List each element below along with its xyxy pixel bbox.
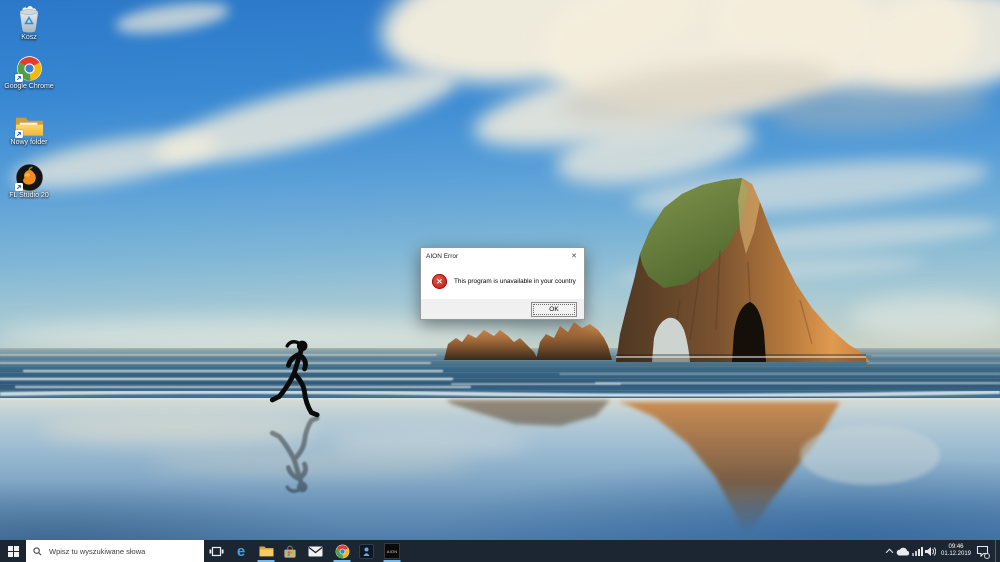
taskbar-mail-button[interactable] — [303, 540, 327, 562]
taskbar-file-explorer-button[interactable] — [254, 540, 278, 562]
chevron-up-icon — [885, 548, 893, 554]
taskbar-game-launcher-button[interactable] — [354, 540, 378, 562]
shortcut-arrow-icon — [15, 130, 23, 138]
desktop-icon-label: Kosz — [21, 34, 37, 41]
desktop-icon-label: Nowy folder — [10, 139, 48, 146]
dialog-titlebar[interactable]: AION Error ✕ — [421, 248, 584, 264]
edge-icon: e — [236, 542, 246, 560]
horizon-haze — [850, 295, 1000, 339]
taskbar-search[interactable] — [26, 540, 204, 562]
file-explorer-icon — [259, 546, 273, 557]
error-message: This program is unavailable in your coun… — [454, 278, 576, 285]
desktop-icon-google-chrome[interactable]: Google Chrome — [1, 52, 57, 91]
start-button[interactable] — [0, 540, 26, 562]
recycle-bin-icon — [19, 6, 39, 33]
chrome-icon — [335, 544, 349, 558]
tray-time: 09:46 — [948, 544, 964, 550]
desktop: Kosz Google Chrome Nowy folder FL Studio… — [0, 0, 1000, 562]
tray-volume-button[interactable] — [923, 540, 937, 562]
task-view-button[interactable] — [205, 540, 227, 562]
taskbar-aion-button[interactable]: AION — [380, 540, 404, 562]
action-center-button[interactable] — [973, 540, 992, 562]
sea — [0, 348, 1000, 400]
notification-badge — [984, 553, 990, 559]
taskbar: e — [0, 540, 1000, 562]
sand-reflection — [330, 430, 530, 456]
taskbar-edge-button[interactable]: e — [229, 540, 253, 562]
desktop-icon-new-folder[interactable]: Nowy folder — [1, 108, 57, 147]
sand-reflection — [40, 415, 320, 445]
ok-button[interactable]: OK — [531, 301, 577, 317]
desktop-icon-label: FL Studio 20 — [9, 192, 49, 199]
close-icon[interactable]: ✕ — [564, 248, 584, 263]
aion-icon: AION — [384, 543, 400, 559]
tray-date: 01.12.2019 — [940, 551, 972, 557]
desktop-icon-label: Google Chrome — [4, 83, 54, 90]
dialog-title: AION Error — [426, 252, 459, 260]
tray-onedrive-button[interactable] — [895, 540, 910, 562]
dialog-footer: OK — [421, 299, 584, 319]
desktop-icon-fl-studio[interactable]: FL Studio 20 — [1, 161, 57, 200]
windows-logo-icon — [7, 545, 19, 557]
network-signal-icon — [911, 547, 923, 556]
error-dialog: AION Error ✕ ✕ This program is unavailab… — [420, 247, 585, 320]
onedrive-cloud-icon — [896, 547, 909, 556]
task-view-icon — [209, 546, 223, 556]
dialog-body: ✕ This program is unavailable in your co… — [421, 264, 584, 299]
search-icon — [33, 546, 42, 555]
taskbar-store-button[interactable] — [278, 540, 302, 562]
microsoft-store-icon — [284, 545, 296, 558]
show-desktop-button[interactable] — [995, 540, 1000, 562]
tray-hidden-icons-button[interactable] — [884, 540, 894, 562]
desktop-icon-recycle-bin[interactable]: Kosz — [1, 3, 57, 42]
shortcut-arrow-icon — [15, 183, 23, 191]
game-launcher-icon — [358, 543, 374, 559]
volume-speaker-icon — [925, 546, 936, 556]
search-input[interactable] — [47, 545, 201, 557]
mail-icon — [308, 546, 322, 556]
taskbar-chrome-button[interactable] — [330, 540, 354, 562]
tray-clock[interactable]: 09:46 01.12.2019 — [936, 540, 976, 562]
tray-network-button[interactable] — [911, 540, 923, 562]
shortcut-arrow-icon — [15, 74, 23, 82]
error-icon: ✕ — [432, 274, 447, 289]
